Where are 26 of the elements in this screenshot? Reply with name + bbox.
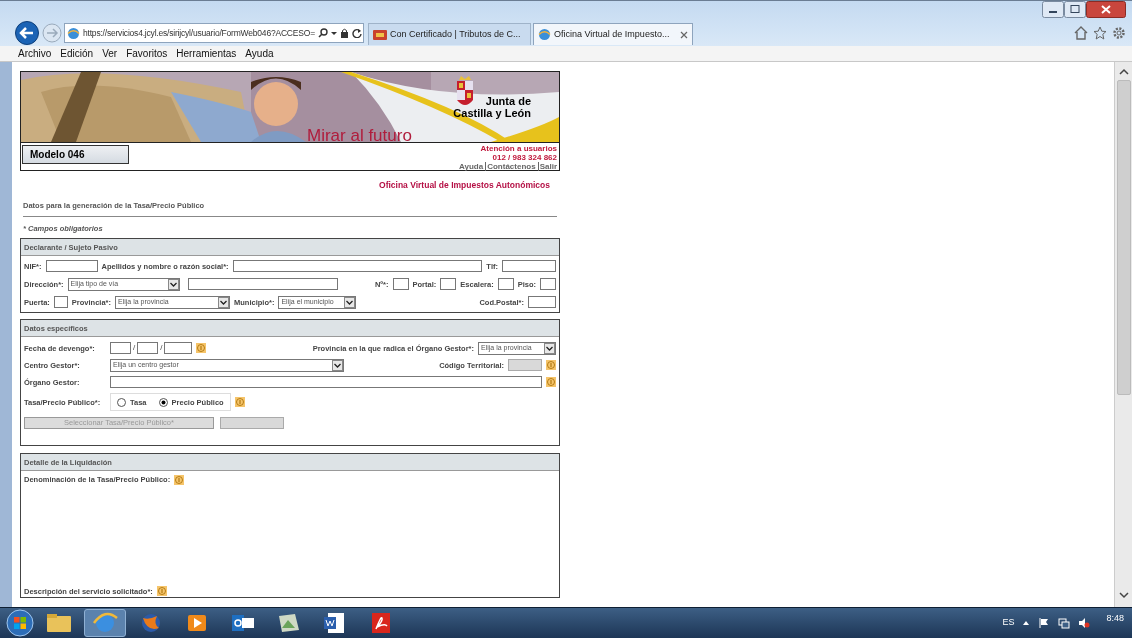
menu-item[interactable]: Ayuda: [245, 46, 274, 61]
date-separator: /: [133, 342, 136, 355]
model-tab[interactable]: Modelo 046: [22, 145, 129, 164]
menu-item[interactable]: Ver: [102, 46, 118, 61]
header-link[interactable]: Salir: [537, 162, 557, 171]
menu-item[interactable]: Favoritos: [126, 46, 168, 61]
menu-item[interactable]: Herramientas: [176, 46, 237, 61]
url-text: https://servicios4.jcyl.es/sirijcyl/usuario/FormWeb046?ACCESO=: [83, 26, 315, 40]
logo-text: Junta de: [485, 96, 531, 107]
model-label: Modelo 046: [30, 148, 85, 162]
office-title: Oficina Virtual de Impuestos Autonómicos: [379, 179, 550, 192]
menu-item[interactable]: Archivo: [18, 46, 52, 61]
contact-text: 012 / 983 324 862: [492, 153, 557, 162]
menu-item[interactable]: Edición: [60, 46, 94, 61]
language-indicator[interactable]: ES: [1002, 616, 1015, 630]
clock-time[interactable]: 8:48: [1106, 612, 1124, 626]
date-separator: /: [160, 342, 163, 355]
header-link[interactable]: Contáctenos: [485, 162, 536, 171]
browser-tab[interactable]: Con Certificado | Tributos de C...: [368, 23, 531, 45]
tab-title: Con Certificado | Tributos de C...: [390, 27, 521, 41]
logo-text: Castilla y León: [453, 107, 531, 119]
address-bar[interactable]: https://servicios4.jcyl.es/sirijcyl/usuario/FormWeb046?ACCESO=: [64, 23, 364, 43]
browser-tab[interactable]: Oficina Virtual de Impuesto...: [533, 23, 693, 45]
header-link[interactable]: Ayuda: [459, 162, 484, 171]
tab-title: Oficina Virtual de Impuesto...: [554, 27, 670, 41]
contact-text: Atención a usuarios: [480, 144, 557, 153]
